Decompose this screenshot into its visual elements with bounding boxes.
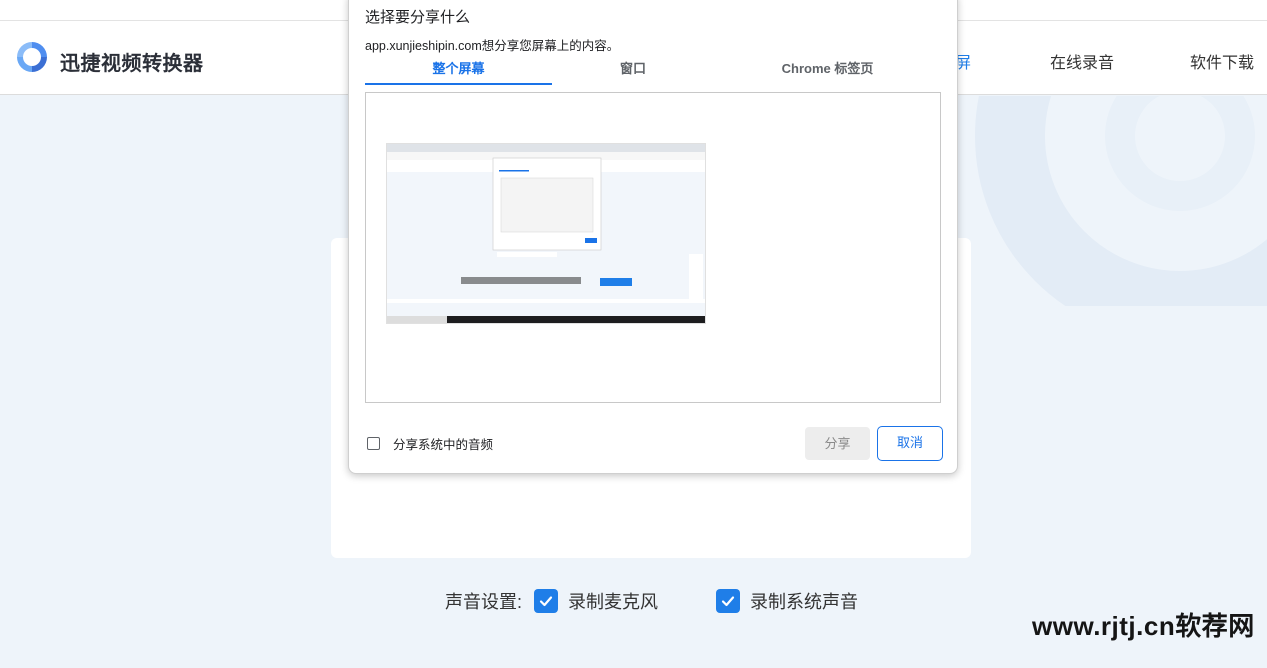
tab-window[interactable]: 窗口 — [552, 59, 714, 85]
share-audio-label[interactable]: 分享系统中的音频 — [393, 434, 493, 453]
share-button[interactable]: 分享 — [805, 427, 870, 460]
logo-icon — [17, 42, 47, 72]
microphone-label[interactable]: 录制麦克风 — [568, 588, 658, 614]
check-icon — [539, 596, 553, 607]
dialog-title: 选择要分享什么 — [365, 9, 471, 26]
cancel-button[interactable]: 取消 — [877, 426, 943, 461]
screen-thumbnail[interactable] — [386, 143, 706, 324]
share-dialog: 选择要分享什么 app.xunjieshipin.com想分享您屏幕上的内容。 … — [348, 0, 958, 474]
check-icon — [721, 596, 735, 607]
nav-item-online-record[interactable]: 在线录音 — [1050, 49, 1114, 73]
screen-preview-area — [365, 92, 941, 403]
app-name[interactable]: 迅捷视频转换器 — [60, 47, 204, 76]
microphone-checkbox[interactable] — [534, 589, 559, 613]
sound-settings: 声音设置: 录制麦克风 录制系统声音 — [445, 588, 858, 614]
screen-thumbnail-image — [387, 144, 705, 323]
system-sound-checkbox[interactable] — [716, 589, 741, 613]
share-tabs: 整个屏幕 窗口 Chrome 标签页 — [365, 59, 941, 85]
share-audio-option[interactable]: 分享系统中的音频 — [367, 434, 493, 453]
nav-item-software-download[interactable]: 软件下载 — [1190, 49, 1254, 73]
dialog-subtitle: app.xunjieshipin.com想分享您屏幕上的内容。 — [365, 39, 620, 53]
tab-chrome-tab[interactable]: Chrome 标签页 — [714, 59, 941, 85]
sound-settings-label: 声音设置: — [445, 592, 523, 612]
watermark: www.rjtj.cn软荐网 — [1032, 611, 1255, 641]
tab-entire-screen[interactable]: 整个屏幕 — [365, 59, 552, 85]
background-decoration — [975, 96, 1267, 306]
system-sound-label[interactable]: 录制系统声音 — [750, 588, 858, 614]
share-audio-checkbox[interactable] — [367, 437, 380, 450]
